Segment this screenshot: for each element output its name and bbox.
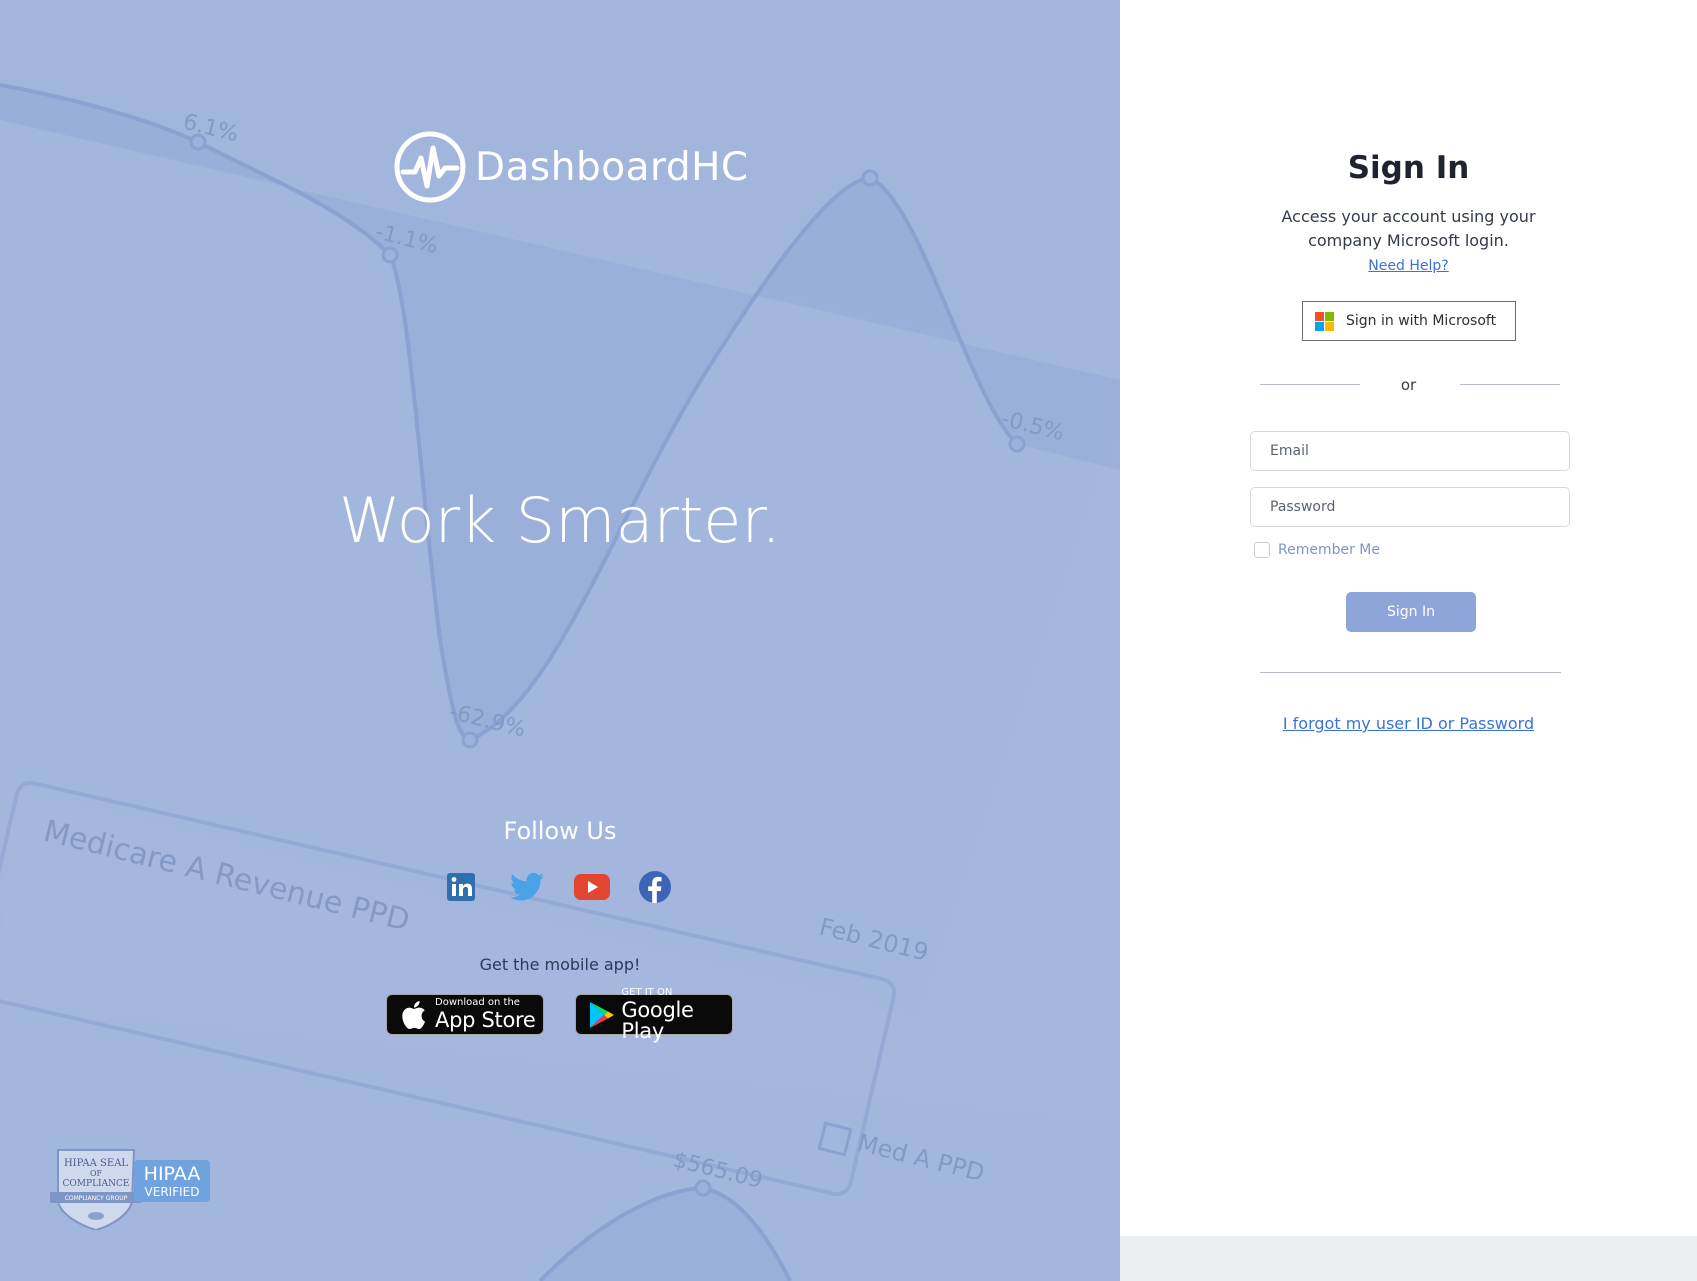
bg-label-med-a: Med A PPD [855,1129,988,1188]
app-store-button[interactable]: Download on the App Store [386,994,544,1035]
hipaa-verified-badge: HIPAA SEAL OF COMPLIANCE COMPLIANCY GROU… [50,1149,210,1230]
app-store-big: App Store [435,1008,536,1032]
sign-in-title: Sign In [1347,150,1470,186]
pulse-logo-icon [394,131,466,203]
seal-line-3: COMPLIANCE [63,1179,130,1189]
forgot-credentials-link[interactable]: I forgot my user ID or Password [1283,714,1534,733]
brand-logo: DashboardHC [393,130,749,204]
app-store-small: Download on the [435,997,520,1008]
seal-line-4: COMPLIANCY GROUP [65,1195,128,1202]
email-field[interactable] [1250,431,1570,471]
sign-in-button[interactable]: Sign In [1346,592,1476,632]
facebook-icon[interactable] [639,868,675,904]
remember-me[interactable]: Remember Me [1254,542,1380,558]
sign-in-panel: Sign In Access your account using your c… [1120,0,1697,1281]
brand-name: DashboardHC [475,144,749,190]
google-play-small: GET IT ON [621,986,673,998]
need-help-link[interactable]: Need Help? [1368,258,1448,274]
social-links [446,868,676,908]
mobile-app-text: Get the mobile app! [479,955,641,974]
twitter-icon[interactable] [510,868,546,904]
footer-strip [1120,1236,1697,1281]
bottom-divider [1260,672,1561,673]
hero-panel: 6.1% -1.1% -62.9% -0.5% Medicare A Reven… [0,0,1120,1281]
follow-us-title: Follow Us [503,817,617,845]
hipaa-text: HIPAA [144,1163,201,1185]
google-play-button[interactable]: GET IT ON Google Play [575,987,733,1041]
sign-in-description: Access your account using your company M… [1120,205,1697,253]
linkedin-icon[interactable] [446,868,482,904]
sign-in-with-microsoft-button[interactable]: Sign in with Microsoft [1302,301,1516,341]
youtube-icon[interactable] [574,868,614,904]
microsoft-button-label: Sign in with Microsoft [1346,313,1497,329]
desc-line-1: Access your account using your [1281,207,1536,226]
remember-me-checkbox[interactable] [1254,542,1270,558]
hero-headline: Work Smarter. [339,484,781,557]
or-divider-right [1460,384,1560,385]
bg-label-565: $565.09 [671,1148,765,1194]
desc-line-2: company Microsoft login. [1308,231,1509,250]
verified-text: VERIFIED [145,1185,200,1199]
remember-me-label: Remember Me [1278,542,1380,558]
seal-line-1: HIPAA SEAL [64,1158,128,1169]
google-play-big: Google Play [621,997,694,1043]
or-text: or [1400,376,1417,394]
google-play-icon [588,1000,615,1030]
apple-icon [399,1000,429,1030]
password-field[interactable] [1250,487,1570,527]
microsoft-logo-icon [1315,311,1334,331]
seal-line-2: OF [90,1169,103,1178]
